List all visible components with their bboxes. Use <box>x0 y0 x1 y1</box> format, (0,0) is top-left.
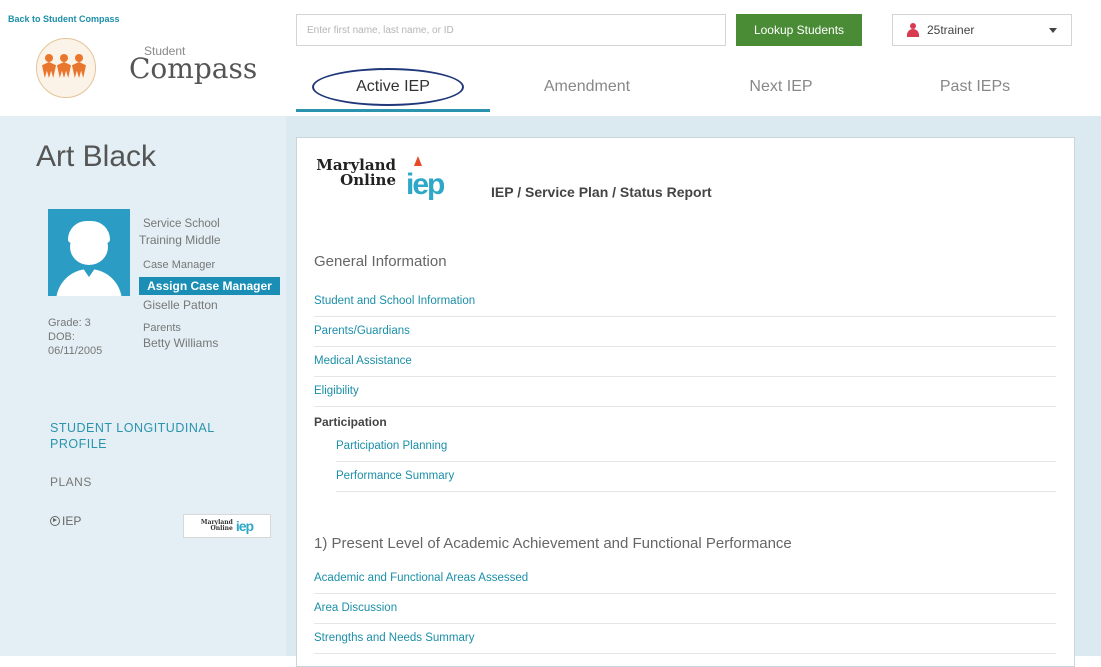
tab-label: Next IEP <box>749 78 813 95</box>
caret-down-icon <box>1049 28 1057 33</box>
user-icon <box>907 23 919 37</box>
link-eligibility[interactable]: Eligibility <box>314 377 1056 407</box>
parent-name: Betty Williams <box>143 336 219 350</box>
family-icon <box>42 54 86 78</box>
student-search-input[interactable] <box>296 14 726 46</box>
play-circle-icon <box>50 516 60 526</box>
link-medical-assistance[interactable]: Medical Assistance <box>314 347 1056 377</box>
parents-label: Parents <box>143 322 181 334</box>
link-area-discussion[interactable]: Area Discussion <box>314 594 1056 624</box>
student-longitudinal-profile-link[interactable]: STUDENT LONGITUDINAL PROFILE <box>50 420 250 452</box>
case-manager-name: Giselle Patton <box>143 298 218 312</box>
maryland-online-iep-mini-logo[interactable]: Maryland Online iep <box>183 514 271 538</box>
tab-label: Past IEPs <box>939 78 1011 95</box>
service-school-label: Service School <box>143 218 220 230</box>
brand-text: Maryland Online <box>316 156 396 189</box>
logo-title: Compass <box>129 52 258 85</box>
school-name: Training Middle <box>139 233 221 247</box>
iep-tabs: Active IEP Amendment Next IEP Past IEPs <box>296 62 1072 112</box>
tab-past-ieps[interactable]: Past IEPs <box>878 62 1072 112</box>
link-student-school-information[interactable]: Student and School Information <box>314 287 1056 317</box>
dob-label: DOB: <box>48 331 75 343</box>
student-sidebar <box>0 116 286 656</box>
tab-active-iep[interactable]: Active IEP <box>296 62 490 112</box>
plans-heading: PLANS <box>50 475 92 489</box>
highlight-oval <box>312 68 464 106</box>
tab-amendment[interactable]: Amendment <box>490 62 684 112</box>
plan-title: IEP / Service Plan / Status Report <box>491 184 712 200</box>
mini-logo-iep: iep <box>235 518 254 534</box>
link-parents-guardians[interactable]: Parents/Guardians <box>314 317 1056 347</box>
dob-value: 06/11/2005 <box>48 345 103 357</box>
assign-case-manager-button[interactable]: Assign Case Manager <box>139 277 280 295</box>
iep-plan-link[interactable]: IEP <box>50 514 81 528</box>
plaafp-heading: 1) Present Level of Academic Achievement… <box>314 535 792 552</box>
brand-iep: iep <box>406 168 445 201</box>
general-information-heading: General Information <box>314 253 447 270</box>
username-label: 25trainer <box>927 23 975 37</box>
student-name: Art Black <box>36 140 157 173</box>
grade-value: Grade: 3 <box>48 317 91 329</box>
arrow-up-icon <box>414 156 422 166</box>
mini-logo-text: Maryland Online <box>200 519 233 532</box>
link-performance-summary[interactable]: Performance Summary <box>336 462 1056 492</box>
back-to-compass-link[interactable]: Back to Student Compass <box>8 14 120 24</box>
iep-label: IEP <box>62 514 82 528</box>
student-avatar <box>48 209 130 296</box>
link-strengths-needs-summary[interactable]: Strengths and Needs Summary <box>314 624 1056 654</box>
tab-next-iep[interactable]: Next IEP <box>684 62 878 112</box>
case-manager-label: Case Manager <box>143 259 216 271</box>
tab-label: Amendment <box>543 78 631 95</box>
participation-heading: Participation <box>314 415 387 429</box>
user-menu-dropdown[interactable]: 25trainer <box>892 14 1072 46</box>
lookup-students-button[interactable]: Lookup Students <box>736 14 862 46</box>
link-participation-planning[interactable]: Participation Planning <box>336 432 1056 462</box>
link-academic-functional-areas[interactable]: Academic and Functional Areas Assessed <box>314 564 1056 594</box>
